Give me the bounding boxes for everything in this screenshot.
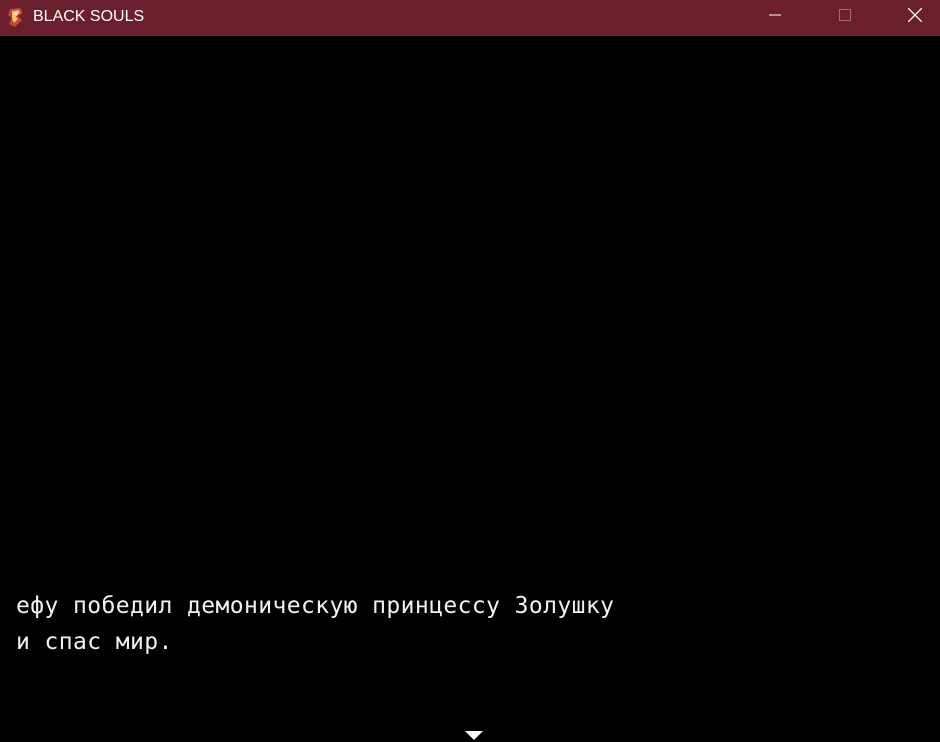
message-line-2: и спас мир.: [16, 629, 173, 655]
title-bar[interactable]: BLACK SOULS: [0, 0, 940, 36]
minimize-button[interactable]: [752, 0, 798, 34]
message-line-1: ефу победил демоническую принцессу Золуш…: [16, 593, 615, 619]
down-arrow-icon[interactable]: [465, 731, 483, 740]
window-title: BLACK SOULS: [33, 8, 145, 25]
message-window[interactable]: ефу победил демоническую принцессу Золуш…: [0, 581, 940, 742]
close-icon: [907, 7, 923, 27]
maximize-button[interactable]: [822, 0, 868, 34]
minimize-icon: [769, 8, 781, 26]
game-window: BLACK SOULS ефу победил демоническую при…: [0, 0, 940, 742]
app-icon: [6, 7, 26, 29]
maximize-icon: [839, 8, 851, 26]
game-screen[interactable]: ефу победил демоническую принцессу Золуш…: [0, 36, 940, 742]
close-button[interactable]: [892, 0, 938, 34]
